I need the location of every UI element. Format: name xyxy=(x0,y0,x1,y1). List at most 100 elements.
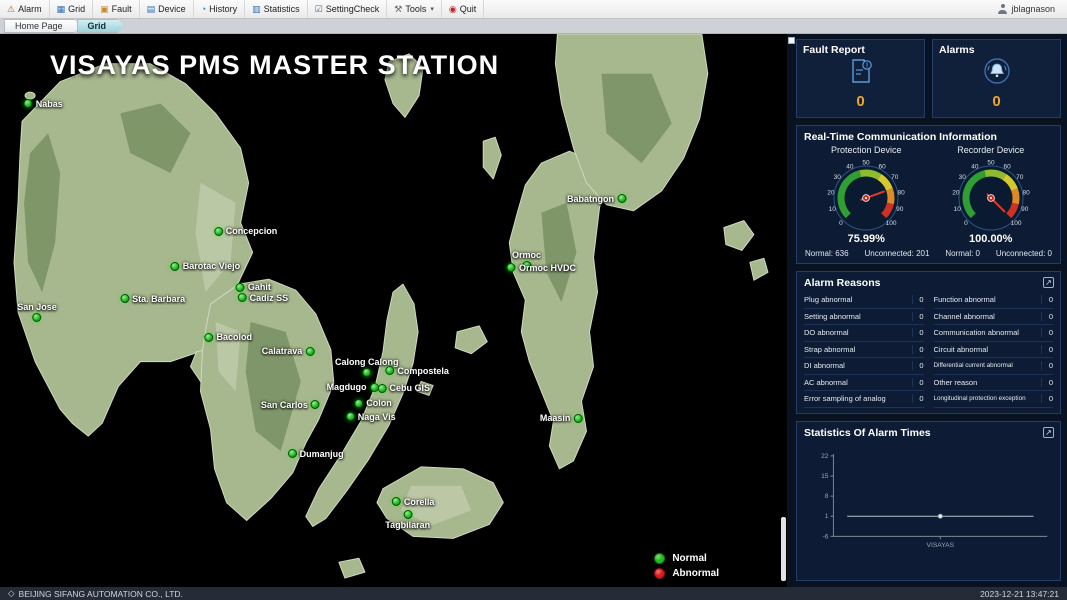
station-compostela[interactable]: Compostela xyxy=(385,366,449,376)
map-scrollbar[interactable] xyxy=(781,517,786,581)
svg-text:50: 50 xyxy=(987,160,995,167)
user-icon xyxy=(998,4,1007,14)
station-colon[interactable]: Colon xyxy=(354,398,392,408)
toolbar-button-grid[interactable]: ▦Grid xyxy=(50,0,94,18)
alarm-reason-row: Channel abnormal0 xyxy=(934,309,1054,326)
comm-info-panel: Real-Time Communication Information Prot… xyxy=(796,125,1061,264)
toolbar-button-label: Fault xyxy=(112,4,132,14)
station-concepcion[interactable]: Concepcion xyxy=(214,226,278,236)
alarm-reason-row: Function abnormal0 xyxy=(934,292,1054,309)
station-label: Dumanjug xyxy=(300,449,344,459)
toolbar-button-fault[interactable]: ▣Fault xyxy=(93,0,140,18)
station-tagbilaran[interactable]: Tagbilaran xyxy=(385,510,430,530)
station-nabas[interactable]: Nabas xyxy=(24,99,63,109)
alarm-statistics-expand-icon[interactable]: ↗ xyxy=(1043,427,1054,438)
station-label: Cebu GIS xyxy=(389,383,430,393)
right-panel: Fault Report ! 0 Alarms xyxy=(787,34,1067,587)
station-label: Tagbilaran xyxy=(385,520,430,530)
toolbar-button-device[interactable]: ▤Device xyxy=(140,0,194,18)
svg-text:22: 22 xyxy=(821,452,829,459)
map-view[interactable]: VISAYAS PMS MASTER STATION NabasConcepci… xyxy=(0,34,787,587)
station-sta-barbara[interactable]: Sta. Barbara xyxy=(120,294,185,304)
station-san-carlos[interactable]: San Carlos xyxy=(261,400,320,410)
toolbar-button-history[interactable]: ◔History xyxy=(194,0,245,18)
alarm-reason-label: Communication abnormal xyxy=(934,328,1019,337)
alarm-reason-label: AC abnormal xyxy=(804,378,848,387)
protection-device-gauge: Protection Device 0102030405060708090100… xyxy=(804,145,929,245)
recorder-device-dial: 0102030405060708090100 xyxy=(930,156,1052,236)
toolbar-button-label: Tools xyxy=(405,4,426,14)
alarm-statistics-title: Statistics Of Alarm Times xyxy=(804,427,1053,439)
station-status-dot xyxy=(311,400,320,409)
toolbar-button-alarm[interactable]: ⚠Alarm xyxy=(0,0,50,18)
alarm-icon: ⚠ xyxy=(7,5,15,14)
station-calatrava[interactable]: Calatrava xyxy=(262,346,315,356)
station-label: Cadiz SS xyxy=(250,293,289,303)
station-status-dot xyxy=(214,227,223,236)
fault-report-count: 0 xyxy=(856,93,864,110)
svg-text:0: 0 xyxy=(839,220,843,227)
svg-text:40: 40 xyxy=(847,163,855,170)
alarm-reason-value: 0 xyxy=(1041,394,1053,403)
map-legend: Normal Abnormal xyxy=(654,553,719,579)
station-label: Maasin xyxy=(540,413,571,423)
alarm-reason-label: DI abnormal xyxy=(804,361,845,370)
station-magdugo[interactable]: Magdugo xyxy=(327,382,379,392)
protection-device-label: Protection Device xyxy=(831,145,902,155)
station-cebu-gis[interactable]: Cebu GIS xyxy=(377,383,430,393)
tab-home-page[interactable]: Home Page xyxy=(4,19,82,33)
svg-text:50: 50 xyxy=(863,160,871,167)
svg-text:10: 10 xyxy=(953,206,961,213)
station-label: Barotac Viejo xyxy=(183,261,240,271)
alarm-reason-label: Channel abnormal xyxy=(934,312,995,321)
station-status-dot xyxy=(354,399,363,408)
legend-label: Abnormal xyxy=(672,568,719,579)
station-maasin[interactable]: Maasin xyxy=(540,413,583,423)
svg-text:8: 8 xyxy=(825,493,829,500)
toolbar-button-settingcheck[interactable]: ☑SettingCheck xyxy=(308,0,388,18)
settingcheck-icon: ☑ xyxy=(315,5,323,14)
alarm-statistics-panel: Statistics Of Alarm Times ↗ 221581-6VISA… xyxy=(796,421,1061,582)
station-gahit[interactable]: Gahit xyxy=(236,282,271,292)
station-san-jose[interactable]: San Jose xyxy=(17,302,57,322)
alarm-reasons-expand-icon[interactable]: ↗ xyxy=(1043,277,1054,288)
station-label: Nabas xyxy=(36,99,63,109)
user-menu[interactable]: jblagnason xyxy=(986,0,1067,18)
station-dumanjug[interactable]: Dumanjug xyxy=(288,449,344,459)
alarm-reason-value: 0 xyxy=(912,328,924,337)
toolbar-button-label: Grid xyxy=(68,4,85,14)
tools-icon: ⚒ xyxy=(394,5,402,14)
station-bacolod[interactable]: Bacolod xyxy=(204,332,252,342)
alarm-reason-value: 0 xyxy=(912,378,924,387)
svg-text:100: 100 xyxy=(886,220,897,227)
legend-label: Normal xyxy=(672,553,706,564)
protection-device-value: 75.99% xyxy=(848,233,885,245)
alarms-card[interactable]: Alarms 0 xyxy=(932,39,1061,118)
tab-grid[interactable]: Grid xyxy=(77,19,126,33)
toolbar-button-label: Quit xyxy=(460,4,477,14)
station-babatngon[interactable]: Babatngon xyxy=(567,194,626,204)
fault-report-card[interactable]: Fault Report ! 0 xyxy=(796,39,925,118)
station-barotac-viejo[interactable]: Barotac Viejo xyxy=(171,261,240,271)
alarm-reason-row: Longitudinal protection exception0 xyxy=(934,391,1054,408)
station-label: Concepcion xyxy=(226,226,278,236)
svg-text:90: 90 xyxy=(1021,206,1029,213)
station-naga-vis[interactable]: Naga Vis xyxy=(346,412,396,422)
panel-collapse-button[interactable] xyxy=(788,37,795,44)
station-status-dot xyxy=(204,333,213,342)
station-cadiz-ss[interactable]: Cadiz SS xyxy=(238,293,289,303)
toolbar-button-quit[interactable]: ◉Quit xyxy=(442,0,484,18)
svg-text:1: 1 xyxy=(825,513,829,520)
toolbar-button-statistics[interactable]: ▥Statistics xyxy=(245,0,308,18)
quit-icon: ◉ xyxy=(449,5,457,14)
alarm-reason-row: Setting abnormal0 xyxy=(804,309,924,326)
alarm-reason-label: DO abnormal xyxy=(804,328,849,337)
station-ormoc-hvdc[interactable]: Ormoc HVDC xyxy=(507,263,576,273)
station-corella[interactable]: Corella xyxy=(392,497,435,507)
toolbar-button-tools[interactable]: ⚒Tools ▾ xyxy=(387,0,442,18)
station-label: Gahit xyxy=(248,282,271,292)
svg-text:70: 70 xyxy=(891,174,899,181)
station-status-dot xyxy=(507,263,516,272)
chevron-down-icon: ▾ xyxy=(430,5,434,13)
fault-report-title: Fault Report xyxy=(803,44,865,56)
